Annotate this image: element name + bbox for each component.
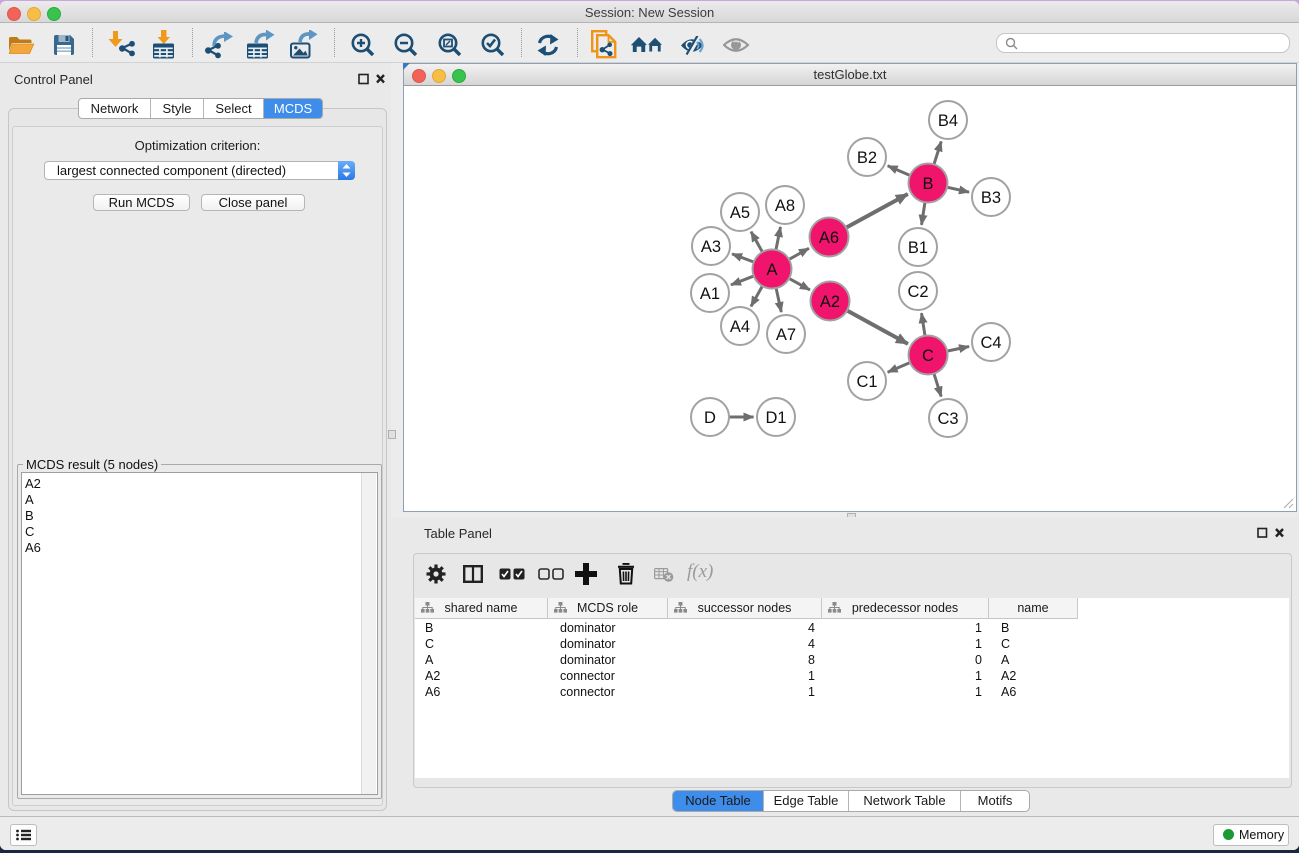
svg-text:B: B	[922, 175, 933, 193]
svg-text:A5: A5	[730, 204, 750, 222]
svg-text:B3: B3	[981, 189, 1001, 207]
svg-text:A3: A3	[701, 238, 721, 256]
svg-text:A1: A1	[700, 285, 720, 303]
svg-text:A4: A4	[730, 318, 750, 336]
svg-text:C4: C4	[980, 334, 1001, 352]
svg-text:D1: D1	[765, 409, 786, 427]
svg-text:B2: B2	[857, 149, 877, 167]
svg-text:C3: C3	[937, 410, 958, 428]
svg-text:A8: A8	[775, 197, 795, 215]
svg-text:A6: A6	[819, 229, 839, 247]
svg-text:A2: A2	[820, 293, 840, 311]
svg-text:B4: B4	[938, 112, 958, 130]
svg-text:C: C	[922, 347, 934, 365]
svg-text:C1: C1	[856, 373, 877, 391]
svg-text:C2: C2	[907, 283, 928, 301]
svg-text:D: D	[704, 409, 716, 427]
svg-text:A7: A7	[776, 326, 796, 344]
svg-text:A: A	[766, 261, 777, 279]
svg-text:B1: B1	[908, 239, 928, 257]
